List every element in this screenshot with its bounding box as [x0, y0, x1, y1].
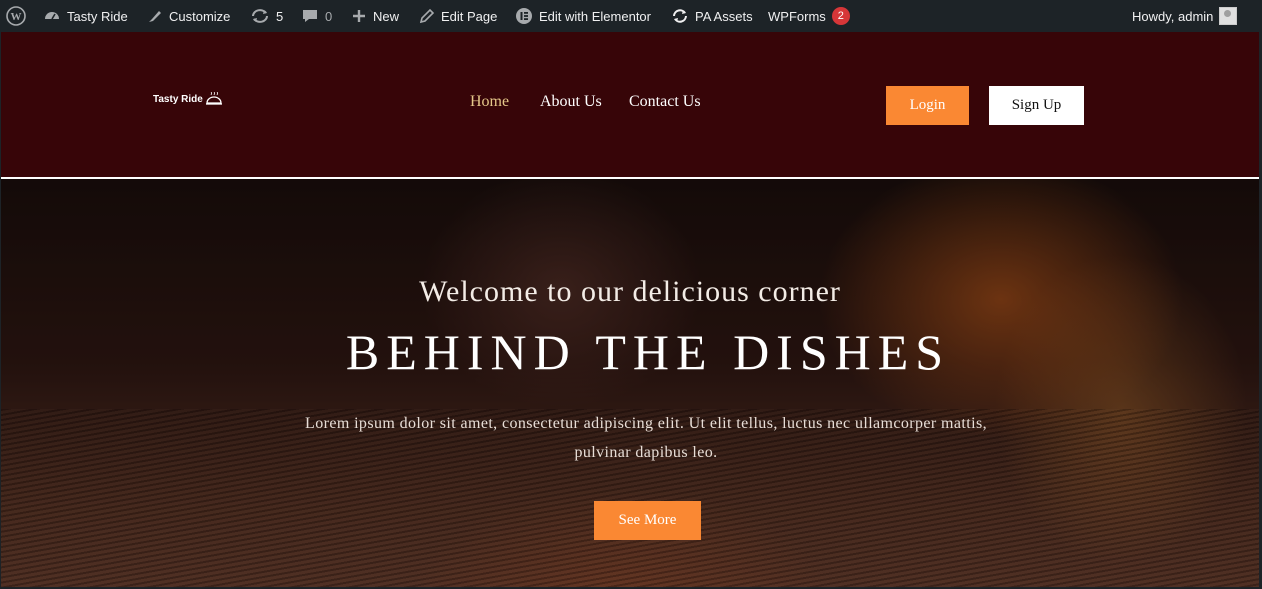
comment-icon: [303, 10, 317, 22]
wordpress-logo-icon[interactable]: W: [6, 0, 26, 32]
site: Tasty Ride Home About Us Contact Us Logi…: [1, 32, 1259, 587]
comments-count: 0: [325, 8, 333, 24]
logo-text: Tasty Ride: [153, 93, 203, 105]
dish-cloche-icon: [205, 92, 222, 105]
svg-text:W: W: [11, 11, 22, 23]
pa-assets-label: PA Assets: [695, 8, 753, 24]
wpforms-count-badge: 2: [831, 7, 850, 25]
plus-icon: [353, 10, 365, 22]
updates-link[interactable]: 5: [250, 0, 283, 32]
updates-icon: [252, 9, 268, 23]
my-account-link[interactable]: Howdy, admin: [1132, 0, 1238, 32]
hero-subtitle: Welcome to our delicious corner: [419, 275, 841, 308]
see-more-button[interactable]: See More: [594, 501, 701, 540]
dashboard-icon: [45, 12, 59, 20]
brush-icon: [149, 11, 161, 22]
site-name-label: Tasty Ride: [67, 8, 128, 24]
elementor-icon: [516, 8, 532, 24]
refresh-icon: [673, 9, 687, 23]
pencil-icon: [419, 8, 435, 24]
nav-contact-us[interactable]: Contact Us: [629, 93, 701, 111]
edit-page-link[interactable]: Edit Page: [419, 0, 497, 32]
wpforms-label: WPForms: [768, 8, 826, 24]
hero-text: Lorem ipsum dolor sit amet, consectetur …: [305, 415, 987, 461]
elementor-label: Edit with Elementor: [539, 8, 651, 24]
hero-title: BEHIND THE DISHES: [345, 324, 951, 380]
comments-link[interactable]: 0: [301, 0, 332, 32]
updates-count: 5: [276, 8, 284, 24]
howdy-label: Howdy, admin: [1132, 8, 1214, 24]
wpforms-link[interactable]: WPForms 2: [768, 0, 850, 32]
customize-link[interactable]: Customize: [147, 0, 230, 32]
hero-section: Welcome to our delicious corner BEHIND T…: [1, 179, 1259, 587]
site-name-link[interactable]: Tasty Ride: [43, 0, 128, 32]
login-button[interactable]: Login: [886, 86, 969, 125]
edit-page-label: Edit Page: [441, 8, 498, 24]
edit-elementor-link[interactable]: Edit with Elementor: [515, 0, 651, 32]
nav-about-us[interactable]: About Us: [540, 93, 602, 111]
pa-assets-link[interactable]: PA Assets: [671, 0, 753, 32]
new-label: New: [373, 8, 400, 24]
signup-button[interactable]: Sign Up: [989, 86, 1084, 125]
new-content-link[interactable]: New: [351, 0, 399, 32]
site-logo[interactable]: Tasty Ride: [153, 92, 223, 106]
admin-bar: W Tasty Ride Customize 5 0 New Edit Page…: [0, 0, 1262, 32]
customize-label: Customize: [169, 8, 231, 24]
nav-home[interactable]: Home: [470, 93, 509, 111]
avatar: [1219, 7, 1238, 25]
site-header: Tasty Ride Home About Us Contact Us Logi…: [1, 32, 1259, 179]
